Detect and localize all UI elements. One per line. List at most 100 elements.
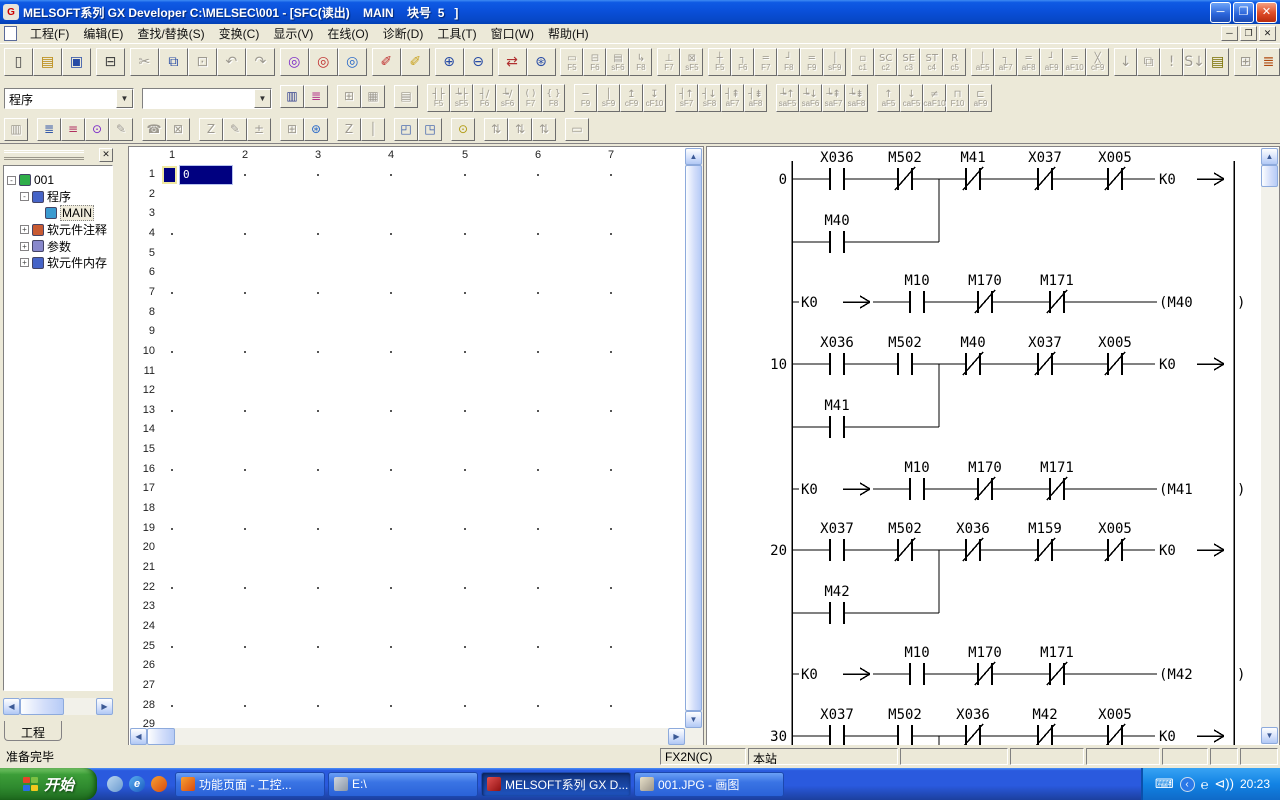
sfc-vline-button[interactable]: │sF9 xyxy=(823,48,846,76)
sfc-rule-corner2-button[interactable]: ┘aF9 xyxy=(1040,48,1063,76)
sfc-comment-button[interactable]: ▫c1 xyxy=(851,48,874,76)
sfc-se-button[interactable]: SEc3 xyxy=(897,48,920,76)
sfc-cursor[interactable] xyxy=(162,166,177,184)
undo-button[interactable]: ↶ xyxy=(217,48,246,76)
or-pulse-open-button[interactable]: ┶↑saF5 xyxy=(776,84,799,112)
cut-button[interactable]: ✂ xyxy=(130,48,159,76)
zoom-out-button[interactable]: ⊖ xyxy=(464,48,493,76)
pulse-close-button[interactable]: ┤↓sF8 xyxy=(698,84,721,112)
quicklaunch-ie-icon[interactable]: e xyxy=(129,776,145,792)
project-tab[interactable]: 工程 xyxy=(4,721,62,741)
screen-swap-button[interactable]: ⇄ xyxy=(498,48,527,76)
sfc-r-button[interactable]: Rc5 xyxy=(943,48,966,76)
copy-button[interactable]: ⧉ xyxy=(159,48,188,76)
invert-result-button[interactable]: ↑aF5 xyxy=(877,84,900,112)
minimize-button[interactable]: ─ xyxy=(1210,2,1231,23)
or-pulse-close-button[interactable]: ┶↓saF6 xyxy=(799,84,822,112)
write-program-button[interactable]: ✎ xyxy=(109,118,133,141)
sort-descend-button[interactable]: ⇅ xyxy=(508,118,532,141)
tree-item-MAIN[interactable]: MAIN xyxy=(33,205,94,221)
program-copy-button[interactable]: ▥ xyxy=(4,118,28,141)
block-grid-button[interactable]: ⊞ xyxy=(1234,48,1257,76)
scrollbar-thumb[interactable] xyxy=(685,165,702,711)
scroll-down-icon[interactable]: ▼ xyxy=(685,711,702,728)
menu-工程F[interactable]: 工程(F) xyxy=(23,23,76,44)
mdi-restore-button[interactable]: ❐ xyxy=(1240,26,1257,41)
data-name-combobox[interactable]: ▼ xyxy=(142,88,272,109)
panel-grip-handle[interactable] xyxy=(4,150,84,160)
sfc-rule-delete-button[interactable]: ╳cF9 xyxy=(1086,48,1109,76)
menu-编辑E[interactable]: 编辑(E) xyxy=(76,23,130,44)
find-contact-button[interactable]: ◎ xyxy=(280,48,309,76)
data-type-combobox[interactable]: 程序 ▼ xyxy=(4,88,134,109)
falling-pulse-button[interactable]: ↧cF10 xyxy=(643,84,666,112)
application-instruction-button[interactable]: { }F8 xyxy=(542,84,565,112)
statement-display-button[interactable]: ▤ xyxy=(394,85,418,108)
program-tree-button[interactable]: ≣ xyxy=(304,85,328,108)
sfc-step-init-button[interactable]: ⊟F6 xyxy=(583,48,606,76)
sfc-jump-button[interactable]: ↳F8 xyxy=(629,48,652,76)
pulse-open-button[interactable]: ┤↑sF7 xyxy=(675,84,698,112)
scroll-right-icon[interactable]: ▶ xyxy=(668,728,685,745)
monitor-screen-button[interactable]: ▭ xyxy=(565,118,589,141)
task-paint[interactable]: 001.JPG - 画图 xyxy=(634,772,784,797)
expand-icon[interactable]: + xyxy=(20,225,29,234)
block-list-button[interactable]: ▤ xyxy=(1206,48,1229,76)
sfc-dummy-button[interactable]: ⊠sF5 xyxy=(680,48,703,76)
task-melsoft[interactable]: MELSOFT系列 GX D... xyxy=(481,772,631,797)
zoom-in-button[interactable]: ⊕ xyxy=(435,48,464,76)
convert-edit-button[interactable]: ✎ xyxy=(223,118,247,141)
sfc-step-input[interactable]: 0 xyxy=(179,165,233,185)
menu-窗口W[interactable]: 窗口(W) xyxy=(484,23,541,44)
keyboard-tray-icon[interactable]: ⌨ xyxy=(1155,776,1174,792)
delete-line-button[interactable]: ⊏aF9 xyxy=(969,84,992,112)
horizontal-line-button[interactable]: ─F9 xyxy=(574,84,597,112)
scroll-down-icon[interactable]: ▼ xyxy=(1261,727,1278,744)
sfc-st-button[interactable]: STc4 xyxy=(920,48,943,76)
restore-button[interactable]: ❐ xyxy=(1233,2,1254,23)
error-jump-button[interactable]: ! xyxy=(1160,48,1183,76)
expand-icon[interactable]: + xyxy=(20,258,29,267)
paste-button[interactable]: ⊡ xyxy=(188,48,217,76)
sfc-rule-hline2-button[interactable]: ═aF10 xyxy=(1063,48,1086,76)
tree-item-软元件注释[interactable]: +软元件注释 xyxy=(20,222,107,238)
menu-在线O[interactable]: 在线(O) xyxy=(320,23,375,44)
block-copy-button[interactable]: ⧉ xyxy=(1137,48,1160,76)
quicklaunch-firefox-icon[interactable] xyxy=(151,776,167,792)
new-button[interactable]: ▯ xyxy=(4,48,33,76)
find-device-2-button[interactable]: ⊙ xyxy=(451,118,475,141)
alias-display-button[interactable]: ▦ xyxy=(361,85,385,108)
interrupt-bar-button[interactable]: │ xyxy=(361,118,385,141)
scrollbar-thumb[interactable] xyxy=(20,698,64,715)
or-pulse-close2-button[interactable]: ┶⇟saF8 xyxy=(845,84,868,112)
window-tile-button[interactable]: ⊞ xyxy=(280,118,304,141)
convert-pulse-button[interactable]: ↓caF5 xyxy=(900,84,923,112)
mdi-close-button[interactable]: ✕ xyxy=(1259,26,1276,41)
debug-read-button[interactable]: ✐ xyxy=(401,48,430,76)
or-close-contact-button[interactable]: ┶∕sF6 xyxy=(496,84,519,112)
scroll-right-icon[interactable]: ▶ xyxy=(96,698,113,715)
tree-item-软元件内存[interactable]: +软元件内存 xyxy=(20,255,107,271)
window-jump1-button[interactable]: ◰ xyxy=(394,118,418,141)
sort-both-button[interactable]: ⇅ xyxy=(532,118,556,141)
collapse-icon[interactable]: - xyxy=(7,176,16,185)
vertical-line-button[interactable]: │sF9 xyxy=(597,84,620,112)
debug-write-button[interactable]: ✐ xyxy=(372,48,401,76)
sfc-select-branch-button[interactable]: ┐F6 xyxy=(731,48,754,76)
sfc-step-button[interactable]: ▭F5 xyxy=(560,48,583,76)
or-pulse-open2-button[interactable]: ┶⇞saF7 xyxy=(822,84,845,112)
task-firefox-page[interactable]: 功能页面 - 工控... xyxy=(175,772,325,797)
sfc-step-dummy-button[interactable]: ▤sF6 xyxy=(606,48,629,76)
sfc-select-join-button[interactable]: ┘F8 xyxy=(777,48,800,76)
or-open-contact-button[interactable]: ┶├sF5 xyxy=(450,84,473,112)
menu-显示V[interactable]: 显示(V) xyxy=(266,23,320,44)
horizontal-line-input-button[interactable]: ⊓F10 xyxy=(946,84,969,112)
open-button[interactable]: ▤ xyxy=(33,48,62,76)
convert-run-button[interactable]: ± xyxy=(247,118,271,141)
monitor-stop-button[interactable]: ⊠ xyxy=(166,118,190,141)
open-contact-button[interactable]: ┤├F5 xyxy=(427,84,450,112)
volume-tray-icon[interactable]: ⊲)) xyxy=(1214,776,1234,792)
device-display-button[interactable]: ≣ xyxy=(1257,48,1280,76)
close-button[interactable]: ✕ xyxy=(1256,2,1277,23)
find-replace-button[interactable]: ⊙ xyxy=(85,118,109,141)
